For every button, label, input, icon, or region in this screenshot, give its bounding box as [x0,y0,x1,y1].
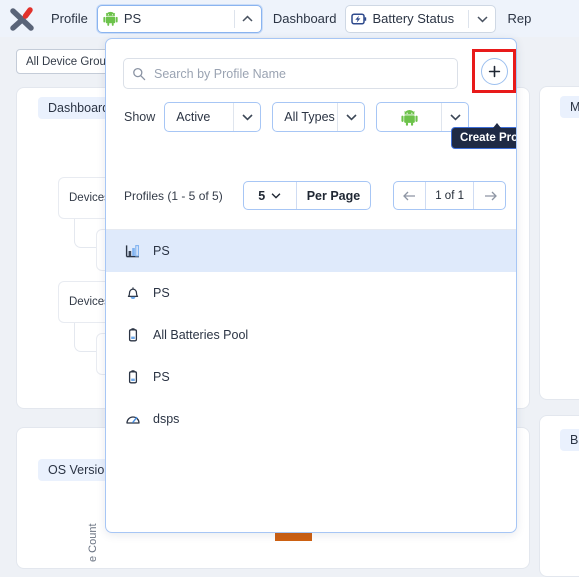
per-page-label: Per Page [306,188,361,203]
per-page-select[interactable]: 5 [244,189,296,203]
list-item[interactable]: All Batteries Pool [106,314,516,356]
chevron-down-icon[interactable] [234,113,260,121]
per-page-control[interactable]: 5 Per Page [242,181,372,210]
profile-list: PS PS All Batteries Pool PS dsps [106,230,516,440]
list-item-label: PS [153,286,170,300]
list-item[interactable]: dsps [106,398,516,440]
filter-row: Show Active All Types [124,101,470,133]
type-filter-value: All Types [284,110,335,124]
profile-search-input[interactable] [154,66,444,81]
search-row [123,57,501,90]
battery-icon [125,327,153,343]
list-item-label: PS [153,370,170,384]
type-filter-select[interactable]: All Types [272,102,366,132]
chevron-up-icon[interactable] [235,15,261,23]
battery-charging-icon [346,12,372,26]
create-profile-tooltip: Create Profile [451,123,516,149]
map-card [539,86,579,400]
profile-selector[interactable]: PS [96,4,262,33]
reports-nav-label[interactable]: Rep [507,11,531,26]
os-version-y-axis-label: e Count [87,523,99,562]
profile-nav-label: Profile [51,11,88,26]
list-item[interactable]: PS [106,272,516,314]
bell-icon [125,285,153,301]
list-item-label: PS [153,244,170,258]
dashboard-selector-value: Battery Status [372,11,455,26]
battery-card-title: Ba [560,429,579,451]
bar-chart-icon [125,243,153,259]
pager-control[interactable]: 1 of 1 [393,181,506,210]
battery-icon [125,369,153,385]
android-icon [98,11,124,26]
chevron-down-icon [271,192,281,199]
arrow-right-icon[interactable] [474,182,505,209]
search-icon [124,67,154,81]
status-filter-value: Active [176,110,211,124]
plus-icon [488,65,501,78]
arrow-left-icon[interactable] [394,182,425,209]
tree-connector-2 [74,323,97,352]
profile-selector-value: PS [123,11,142,26]
create-profile-highlight [472,49,516,93]
list-item[interactable]: PS [106,356,516,398]
per-page-value: 5 [258,188,266,203]
dashboard-nav-label: Dashboard [272,11,337,26]
chevron-down-icon[interactable] [338,113,364,121]
profile-dropdown-panel: Create Profile Show Active All Types [105,38,517,533]
chevron-down-icon[interactable] [469,15,495,23]
status-filter-select[interactable]: Active [164,102,262,132]
android-icon [377,109,441,126]
profiles-count-text: Profiles (1 - 5 of 5) [124,188,223,203]
xtreme-logo-icon[interactable] [6,4,40,34]
list-item[interactable]: PS [106,230,516,272]
dashboard-selector[interactable]: Battery Status [345,4,497,33]
show-label: Show [124,110,156,124]
page-indicator: 1 of 1 [435,189,464,202]
gauge-icon [125,411,153,427]
list-item-label: dsps [153,412,180,426]
top-navigation-bar: Profile PS Dashboard Battery Status Rep [0,0,579,37]
device-group-filter-label: All Device Group [26,55,113,68]
profile-search-box[interactable] [123,58,458,89]
list-item-label: All Batteries Pool [153,328,249,342]
chevron-down-icon[interactable] [442,113,468,121]
tree-connector-1 [74,219,97,248]
pagination-row: Profiles (1 - 5 of 5) 5 Per Page 1 of 1 [124,180,506,211]
map-card-title: Ma [560,96,579,118]
create-profile-button[interactable] [480,57,508,85]
